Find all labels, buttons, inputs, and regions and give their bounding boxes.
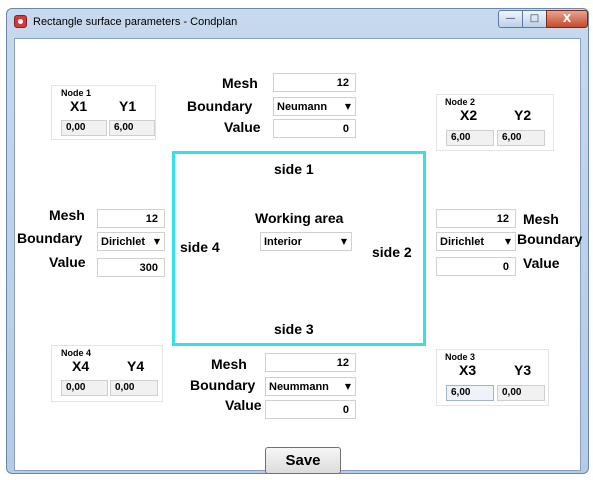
node3-x-value[interactable]: 6,00 bbox=[446, 385, 494, 401]
client-area: Node 1 X1 Y1 0,00 6,00 Mesh 12 Boundary … bbox=[14, 38, 583, 474]
side3-mesh-input[interactable]: 12 bbox=[265, 353, 356, 372]
node4-y-value[interactable]: 0,00 bbox=[110, 380, 158, 396]
working-area-region-select[interactable]: Interior ▼ bbox=[260, 232, 352, 251]
title-bar[interactable]: Rectangle surface parameters - Condplan … bbox=[7, 9, 588, 35]
side2-value-input[interactable]: 0 bbox=[436, 257, 516, 276]
node2-x-label: X2 bbox=[460, 107, 478, 123]
side3-boundary-value: Neummann bbox=[269, 381, 329, 393]
side2-boundary-select[interactable]: Dirichlet ▼ bbox=[436, 232, 516, 251]
node2-label: Node 2 bbox=[445, 97, 476, 107]
side1-boundary-value: Neumann bbox=[277, 101, 328, 113]
app-icon bbox=[14, 15, 27, 28]
node4-x-value[interactable]: 0,00 bbox=[61, 380, 108, 396]
side3-name-label: side 3 bbox=[274, 321, 314, 337]
side4-value-label: Value bbox=[49, 254, 86, 270]
node1-label: Node 1 bbox=[61, 88, 92, 98]
window-title: Rectangle surface parameters - Condplan bbox=[33, 16, 238, 28]
side1-value-label: Value bbox=[224, 119, 261, 135]
side4-name-label: side 4 bbox=[180, 239, 220, 255]
node4-x-label: X4 bbox=[72, 358, 90, 374]
node4-label: Node 4 bbox=[61, 348, 92, 358]
side2-boundary-label: Boundary bbox=[517, 231, 583, 247]
node1-x-label: X1 bbox=[70, 98, 88, 114]
side4-boundary-select[interactable]: Dirichlet ▼ bbox=[97, 232, 165, 251]
side4-boundary-label: Boundary bbox=[17, 230, 83, 246]
node2-y-value[interactable]: 6,00 bbox=[497, 130, 545, 146]
chevron-down-icon: ▼ bbox=[344, 102, 351, 111]
side1-mesh-input[interactable]: 12 bbox=[273, 73, 356, 92]
side1-boundary-select[interactable]: Neumann ▼ bbox=[273, 97, 356, 116]
minimize-button[interactable]: — bbox=[498, 10, 523, 28]
node3-y-label: Y3 bbox=[514, 362, 532, 378]
side3-value-label: Value bbox=[225, 397, 262, 413]
node1-y-value[interactable]: 6,00 bbox=[109, 120, 155, 136]
side1-boundary-label: Boundary bbox=[187, 98, 253, 114]
chevron-down-icon: ▼ bbox=[340, 237, 347, 246]
side4-boundary-value: Dirichlet bbox=[101, 236, 146, 248]
side1-name-label: side 1 bbox=[274, 161, 314, 177]
side2-value-label: Value bbox=[523, 255, 560, 271]
side2-mesh-label: Mesh bbox=[523, 211, 559, 227]
side3-boundary-select[interactable]: Neummann ▼ bbox=[265, 377, 356, 396]
node2-panel: Node 2 X2 Y2 6,00 6,00 bbox=[436, 94, 554, 151]
side2-name-label: side 2 bbox=[372, 244, 412, 260]
node4-panel: Node 4 X4 Y4 0,00 0,00 bbox=[51, 345, 163, 402]
node1-y-label: Y1 bbox=[119, 98, 137, 114]
node3-label: Node 3 bbox=[445, 352, 476, 362]
side3-mesh-label: Mesh bbox=[211, 356, 247, 372]
side4-mesh-input[interactable]: 12 bbox=[97, 209, 165, 228]
maximize-button[interactable]: □ bbox=[522, 10, 547, 28]
side4-mesh-label: Mesh bbox=[49, 207, 85, 223]
side2-mesh-input[interactable]: 12 bbox=[436, 209, 516, 228]
node3-x-label: X3 bbox=[459, 362, 477, 378]
node1-panel: Node 1 X1 Y1 0,00 6,00 bbox=[51, 85, 156, 140]
working-area-label: Working area bbox=[255, 210, 344, 226]
side1-value-input[interactable]: 0 bbox=[273, 119, 356, 138]
working-area-region-value: Interior bbox=[264, 236, 302, 248]
save-button[interactable]: Save bbox=[265, 447, 341, 474]
chevron-down-icon: ▼ bbox=[344, 382, 351, 391]
side4-value-input[interactable]: 300 bbox=[97, 258, 165, 277]
node2-x-value[interactable]: 6,00 bbox=[446, 130, 494, 146]
side1-mesh-label: Mesh bbox=[222, 75, 258, 91]
node4-y-label: Y4 bbox=[127, 358, 145, 374]
node3-panel: Node 3 X3 Y3 6,00 0,00 bbox=[436, 349, 549, 406]
side3-boundary-label: Boundary bbox=[190, 377, 256, 393]
node3-y-value[interactable]: 0,00 bbox=[497, 385, 545, 401]
side2-boundary-value: Dirichlet bbox=[440, 236, 485, 248]
chevron-down-icon: ▼ bbox=[153, 237, 160, 246]
chevron-down-icon: ▼ bbox=[504, 237, 511, 246]
node1-x-value[interactable]: 0,00 bbox=[61, 120, 107, 136]
dialog-window: Rectangle surface parameters - Condplan … bbox=[6, 8, 589, 474]
side3-value-input[interactable]: 0 bbox=[265, 400, 356, 419]
node2-y-label: Y2 bbox=[514, 107, 532, 123]
close-button[interactable]: X bbox=[546, 10, 588, 28]
